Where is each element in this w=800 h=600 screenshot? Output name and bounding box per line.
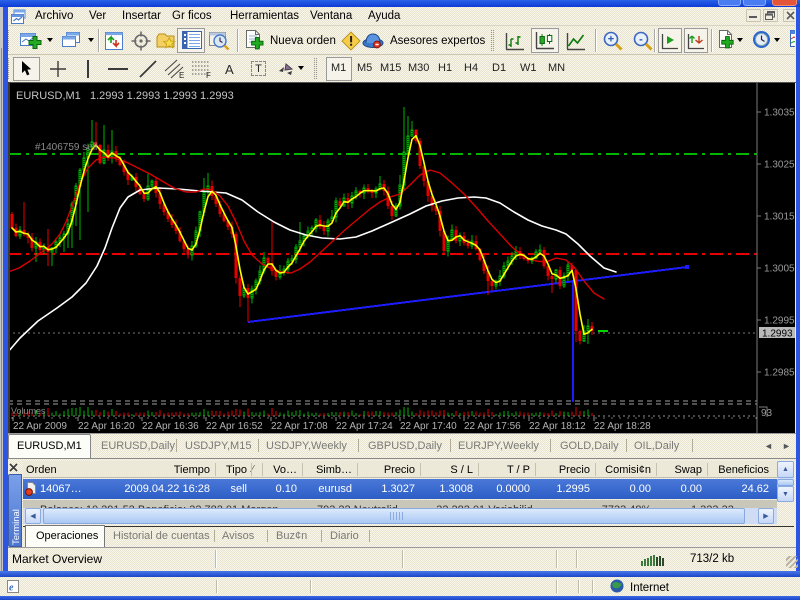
svg-text:22 Apr 17:40: 22 Apr 17:40	[400, 421, 457, 432]
svg-text:22 Apr 16:20: 22 Apr 16:20	[78, 421, 135, 432]
svg-text:1.3005: 1.3005	[764, 264, 795, 275]
svg-text:22 Apr 17:08: 22 Apr 17:08	[271, 421, 328, 432]
svg-text:93: 93	[761, 408, 773, 419]
svg-text:22 Apr 18:28: 22 Apr 18:28	[594, 421, 651, 432]
svg-text:Terminal: Terminal	[11, 509, 22, 545]
svg-text:1.3015: 1.3015	[764, 212, 795, 223]
svg-text:22 Apr 17:56: 22 Apr 17:56	[464, 421, 521, 432]
svg-text:1.2985: 1.2985	[764, 368, 795, 379]
svg-text:-: -	[639, 34, 643, 46]
svg-text:22 Apr 2009: 22 Apr 2009	[13, 421, 67, 432]
svg-text:1.2993: 1.2993	[762, 329, 793, 340]
svg-text:Volumes: Volumes	[11, 406, 46, 416]
svg-text:1.3025: 1.3025	[764, 160, 795, 171]
svg-text:+: +	[608, 34, 614, 46]
svg-text:22 Apr 17:24: 22 Apr 17:24	[336, 421, 393, 432]
svg-text:E: E	[179, 71, 184, 79]
svg-text:22 Apr 16:52: 22 Apr 16:52	[206, 421, 263, 432]
svg-text:22 Apr 16:36: 22 Apr 16:36	[142, 421, 199, 432]
svg-text:e: e	[9, 583, 14, 594]
svg-text:#1406759 sell: #1406759 sell	[35, 142, 97, 153]
svg-text:1.3035: 1.3035	[764, 108, 795, 119]
svg-text:F: F	[206, 71, 211, 79]
svg-text:EURUSD,M1 1.2993 1.2993 1.29: EURUSD,M1 1.2993 1.2993 1.2993 1.2993	[16, 90, 234, 102]
svg-text:22 Apr 18:12: 22 Apr 18:12	[529, 421, 586, 432]
svg-text:1.2995: 1.2995	[764, 316, 795, 327]
